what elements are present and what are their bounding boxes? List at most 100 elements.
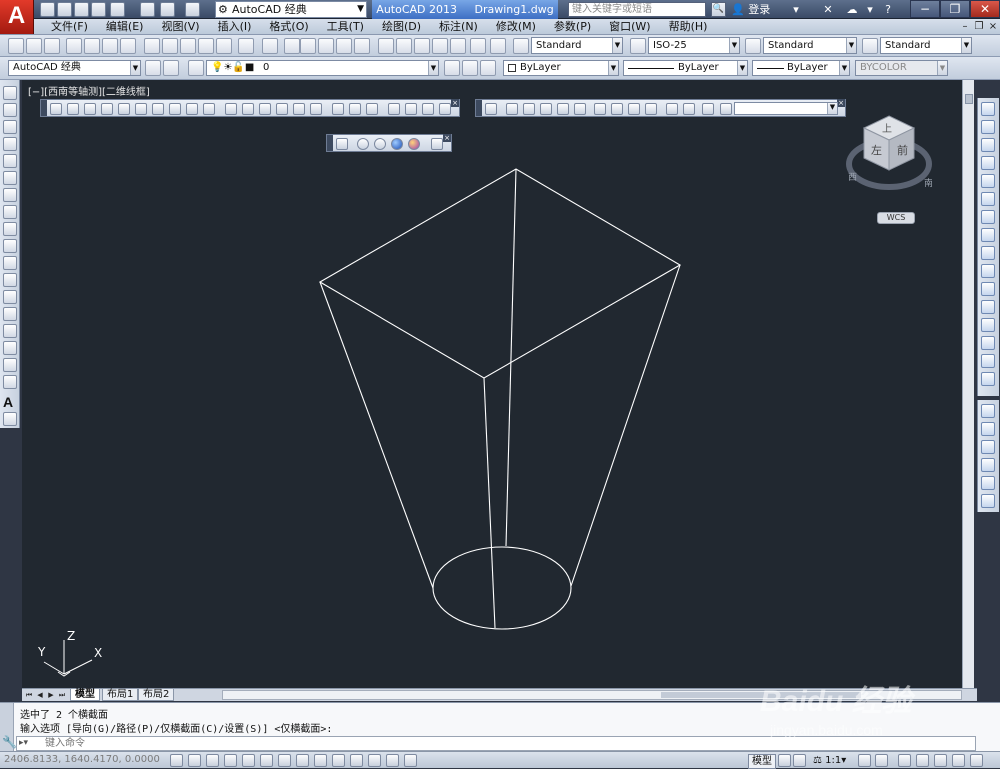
send-under-icon[interactable] <box>981 458 995 472</box>
command-prompt-icon[interactable]: ▸▾ <box>19 738 28 748</box>
table-icon[interactable] <box>3 375 17 389</box>
layer-state-icon[interactable] <box>480 60 496 76</box>
calculator-icon[interactable] <box>490 38 506 54</box>
mdi-minimize-icon[interactable]: – <box>958 19 972 34</box>
multileader-style-icon[interactable] <box>862 38 878 54</box>
2d-wireframe-icon[interactable] <box>336 138 348 150</box>
offset-icon[interactable] <box>981 156 995 170</box>
layer-select[interactable]: 💡☀🔓■ 0 ▼ <box>206 60 439 76</box>
back-view-icon[interactable] <box>683 103 695 115</box>
close-icon[interactable]: × <box>443 134 451 142</box>
right-view-icon[interactable] <box>557 103 569 115</box>
named-view-select[interactable]: ▼ <box>734 102 838 115</box>
construction-line-icon[interactable] <box>3 103 17 117</box>
help-icon[interactable] <box>470 38 486 54</box>
dropdown-icon[interactable]: ▾ <box>862 2 878 17</box>
stretch-icon[interactable] <box>981 246 995 260</box>
viewport-controls-label[interactable]: [−][西南等轴测][二维线框] <box>28 83 150 98</box>
menu-item[interactable]: 编辑(E) <box>97 20 153 34</box>
ortho-mode-icon[interactable] <box>224 754 237 767</box>
region-icon[interactable] <box>3 358 17 372</box>
infer-constraints-icon[interactable] <box>170 754 183 767</box>
send-to-back-icon[interactable] <box>981 422 995 436</box>
close-button[interactable]: ✕ <box>970 0 1000 18</box>
3d-rotate-icon[interactable] <box>388 103 400 115</box>
dim-style-select[interactable]: ISO-25 ▼ <box>648 37 740 54</box>
subtract-icon[interactable] <box>332 103 344 115</box>
dropdown-icon[interactable]: ▾ <box>788 2 804 17</box>
menu-item[interactable]: 参数(P) <box>545 20 600 34</box>
mdi-close-icon[interactable]: × <box>986 19 1000 34</box>
section-plane-icon[interactable] <box>439 103 451 115</box>
cone-icon[interactable] <box>101 103 113 115</box>
break-icon[interactable] <box>981 318 995 332</box>
save-icon[interactable] <box>44 38 60 54</box>
loft-icon[interactable] <box>293 103 305 115</box>
polar-tracking-icon[interactable] <box>242 754 255 767</box>
hidden-icon[interactable] <box>374 138 386 150</box>
front-view-icon[interactable] <box>574 103 586 115</box>
menu-item[interactable]: 工具(T) <box>318 20 373 34</box>
ellipse-icon[interactable] <box>3 239 17 253</box>
undo-icon[interactable] <box>238 38 254 54</box>
zoom-window-icon[interactable] <box>318 38 334 54</box>
bring-above-icon[interactable] <box>981 440 995 454</box>
spline-icon[interactable] <box>3 222 17 236</box>
grid-display-icon[interactable] <box>206 754 219 767</box>
fillet-icon[interactable] <box>981 372 995 386</box>
dim-style-icon[interactable] <box>630 38 646 54</box>
menu-item[interactable]: 插入(I) <box>209 20 261 34</box>
named-views-icon[interactable] <box>485 103 497 115</box>
binoculars-search-icon[interactable]: 🔍 <box>711 2 726 17</box>
planar-surface-icon[interactable] <box>203 103 215 115</box>
viewcube[interactable]: 上 左 前 西 南 <box>846 114 932 198</box>
cut-icon[interactable] <box>144 38 160 54</box>
plot-style-select[interactable]: BYCOLOR ▼ <box>855 60 948 76</box>
scroll-thumb[interactable] <box>661 692 861 698</box>
linetype-select[interactable]: ByLayer ▼ <box>623 60 748 76</box>
hatch-to-back-icon[interactable] <box>981 494 995 508</box>
multileader-style-select[interactable]: Standard ▼ <box>880 37 972 54</box>
ellipse-arc-icon[interactable] <box>3 256 17 270</box>
copy-object-icon[interactable] <box>981 120 995 134</box>
exchange-x-icon[interactable]: ✕ <box>820 2 836 17</box>
zoom-previous-icon[interactable] <box>336 38 352 54</box>
mirror-icon[interactable] <box>981 138 995 152</box>
lock-ui-icon[interactable] <box>916 754 929 767</box>
close-icon[interactable]: × <box>451 99 459 107</box>
tab-layout1[interactable]: 布局1 <box>102 689 139 701</box>
sweep-icon[interactable] <box>259 103 271 115</box>
union-icon[interactable] <box>310 103 322 115</box>
move-icon[interactable] <box>981 192 995 206</box>
workspace-switching-icon[interactable] <box>898 754 911 767</box>
quick-view-drawings-icon[interactable] <box>793 754 806 767</box>
3d-move-icon[interactable] <box>366 103 378 115</box>
sw-iso-icon[interactable] <box>594 103 606 115</box>
annotation-scale[interactable]: ⚖ 1:1▾ <box>813 754 846 767</box>
markup-icon[interactable] <box>432 38 448 54</box>
revolve-icon[interactable] <box>276 103 288 115</box>
tool-palettes-icon[interactable] <box>396 38 412 54</box>
hardware-acceleration-icon[interactable] <box>934 754 947 767</box>
hatch-icon[interactable] <box>3 324 17 338</box>
plot-icon[interactable] <box>140 2 155 17</box>
paste-icon[interactable] <box>180 38 196 54</box>
snap-mode-icon[interactable] <box>188 754 201 767</box>
break-at-point-icon[interactable] <box>981 300 995 314</box>
mdi-restore-icon[interactable]: ❐ <box>972 19 986 34</box>
copy-icon[interactable] <box>162 38 178 54</box>
array-icon[interactable] <box>981 174 995 188</box>
wedge-icon[interactable] <box>84 103 96 115</box>
trim-icon[interactable] <box>981 264 995 278</box>
rectangle-icon[interactable] <box>3 154 17 168</box>
properties-icon[interactable] <box>354 38 370 54</box>
toolbar-grip[interactable] <box>41 100 47 116</box>
circle-icon[interactable] <box>3 188 17 202</box>
save-as-icon[interactable] <box>91 2 106 17</box>
camera-icon[interactable] <box>666 103 678 115</box>
chamfer-icon[interactable] <box>981 354 995 368</box>
tab-model[interactable]: 模型 <box>70 689 100 701</box>
auto-scale-icon[interactable] <box>875 754 888 767</box>
drawing-canvas[interactable]: Z Y X <box>22 80 962 688</box>
make-block-icon[interactable] <box>3 290 17 304</box>
